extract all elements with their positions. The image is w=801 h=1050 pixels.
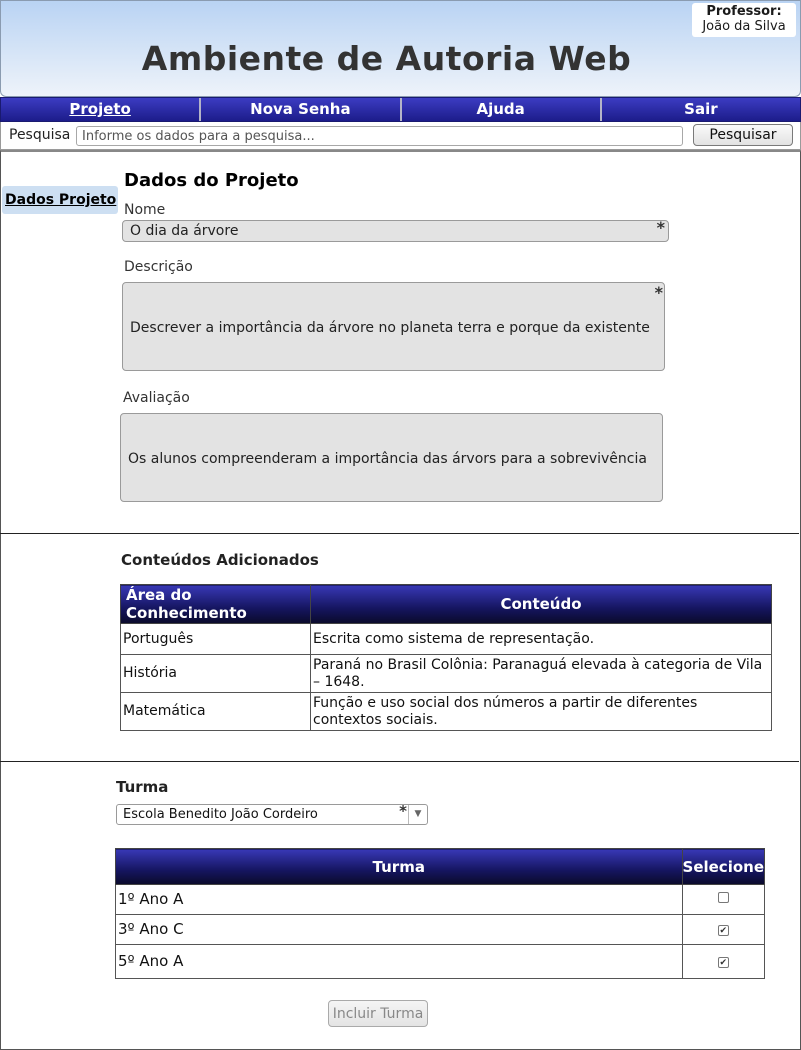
tab-dados-projeto[interactable]: Dados Projeto xyxy=(2,186,118,214)
contents-title: Conteúdos Adicionados xyxy=(121,551,319,569)
professor-label: Professor: xyxy=(706,4,782,19)
table-row: História Paraná no Brasil Colônia: Paran… xyxy=(120,654,772,693)
section-divider xyxy=(0,533,799,534)
search-label: Pesquisa xyxy=(9,127,71,143)
name-field[interactable]: O dia da árvore * xyxy=(122,218,669,242)
section-divider xyxy=(0,761,799,762)
evaluation-value: Os alunos compreenderam a importância da… xyxy=(128,451,647,467)
class-select-checkbox[interactable] xyxy=(717,892,729,903)
search-bar: Pesquisa Pesquisar xyxy=(0,122,801,150)
nav-projeto[interactable]: Projeto xyxy=(1,98,202,121)
column-header: Área do Conhecimento xyxy=(120,584,311,624)
table-cell: Escrita como sistema de representação. xyxy=(310,623,772,655)
include-class-button[interactable]: Incluir Turma xyxy=(328,1000,428,1027)
professor-info: Professor: João da Silva xyxy=(692,3,796,37)
classes-table: Turma Selecione 1º Ano A 3º Ano C ✔ 5º A… xyxy=(115,848,766,979)
class-select-checkbox[interactable]: ✔ xyxy=(717,957,729,968)
evaluation-label: Avaliação xyxy=(123,390,190,406)
class-name: 5º Ano A xyxy=(115,944,683,979)
description-value: Descrever a importância da árvore no pla… xyxy=(130,320,650,336)
table-cell: Paraná no Brasil Colônia: Paranaguá elev… xyxy=(310,654,772,693)
evaluation-field[interactable]: Os alunos compreenderam a importância da… xyxy=(120,413,663,502)
class-name: 1º Ano A xyxy=(115,884,683,915)
name-label: Nome xyxy=(124,202,166,218)
description-field[interactable]: Descrever a importância da árvore no pla… xyxy=(122,282,665,371)
class-name: 3º Ano C xyxy=(115,914,683,945)
search-input[interactable] xyxy=(76,126,683,146)
name-value: O dia da árvore xyxy=(130,223,239,239)
app-header: Ambiente de Autoria Web Professor: João … xyxy=(0,0,801,97)
table-cell: Português xyxy=(120,623,311,655)
column-header: Conteúdo xyxy=(310,584,772,624)
app-title: Ambiente de Autoria Web xyxy=(141,39,632,78)
nav-nova-senha[interactable]: Nova Senha xyxy=(201,98,402,121)
professor-name: João da Silva xyxy=(702,19,786,34)
classes-title: Turma xyxy=(116,778,169,796)
class-select-checkbox[interactable]: ✔ xyxy=(717,925,729,936)
required-mark: * xyxy=(656,218,665,237)
section-title-project: Dados do Projeto xyxy=(124,170,299,191)
nav-ajuda[interactable]: Ajuda xyxy=(402,98,602,121)
table-cell: Matemática xyxy=(120,692,311,731)
school-select[interactable]: Escola Benedito João Cordeiro * ▼ xyxy=(116,802,428,825)
nav-sair[interactable]: Sair xyxy=(602,98,800,121)
main-nav: Projeto Nova Senha Ajuda Sair xyxy=(0,97,801,122)
description-label: Descrição xyxy=(124,259,193,275)
contents-table: Área do Conhecimento Conteúdo Português … xyxy=(120,584,772,731)
table-row: 1º Ano A xyxy=(115,884,766,915)
school-selected-value: Escola Benedito João Cordeiro xyxy=(123,807,318,822)
column-header: Turma xyxy=(115,848,683,885)
required-mark: * xyxy=(399,802,407,820)
chevron-down-icon[interactable]: ▼ xyxy=(408,805,427,824)
table-cell: História xyxy=(120,654,311,693)
table-row: Matemática Função e uso social dos númer… xyxy=(120,692,772,731)
column-header: Selecione xyxy=(681,848,766,885)
search-button[interactable]: Pesquisar xyxy=(693,124,793,146)
table-cell: Função e uso social dos números a partir… xyxy=(310,692,772,731)
table-row: 5º Ano A ✔ xyxy=(115,944,766,979)
table-row: 3º Ano C ✔ xyxy=(115,914,766,945)
required-mark: * xyxy=(654,283,663,302)
table-row: Português Escrita como sistema de repres… xyxy=(120,623,772,655)
